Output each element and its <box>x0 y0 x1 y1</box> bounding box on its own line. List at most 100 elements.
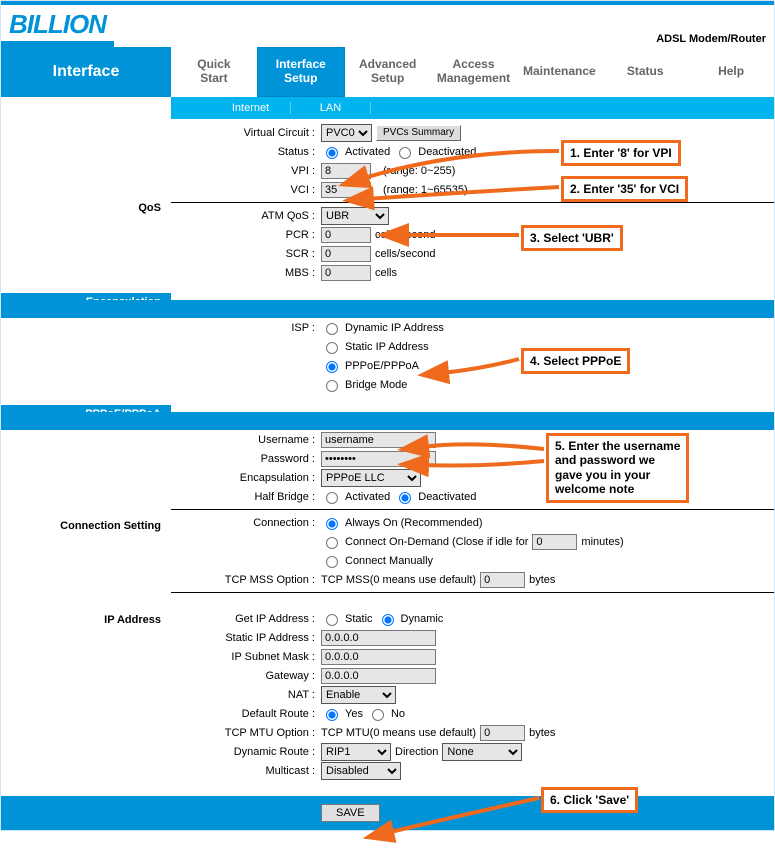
direction-select[interactable]: None <box>442 743 522 761</box>
staticip-input[interactable] <box>321 630 436 646</box>
direction-label: Direction <box>395 746 438 758</box>
getip-label: Get IP Address : <box>171 613 321 625</box>
brand-logo: BILLION <box>1 7 114 47</box>
tab-status[interactable]: Status <box>602 47 688 97</box>
tab-maintenance[interactable]: Maintenance <box>516 47 602 97</box>
callout-1: 1. Enter '8' for VPI <box>561 140 681 166</box>
save-button[interactable]: SAVE <box>321 804 380 822</box>
isp-static-text: Static IP Address <box>345 341 429 353</box>
tcpmtu-input[interactable] <box>480 725 525 741</box>
tab-advanced-setup[interactable]: Advanced Setup <box>345 47 431 97</box>
vpi-label: VPI : <box>171 165 321 177</box>
virtual-circuit-select[interactable]: PVC0 <box>321 124 372 142</box>
conn-ondemand-input[interactable] <box>532 534 577 550</box>
mbs-label: MBS : <box>171 267 321 279</box>
halfbridge-label: Half Bridge : <box>171 491 321 503</box>
conn-ondemand-post: minutes) <box>581 536 623 548</box>
defroute-label: Default Route : <box>171 708 321 720</box>
status-deactivated-text: Deactivated <box>418 146 476 158</box>
username-label: Username : <box>171 434 321 446</box>
nat-label: NAT : <box>171 689 321 701</box>
subnet-input[interactable] <box>321 649 436 665</box>
encapsulation-label: Encapsulation : <box>171 472 321 484</box>
section-connection-label: Connection Setting <box>1 517 171 535</box>
conn-always-radio[interactable] <box>326 518 338 530</box>
password-input[interactable] <box>321 451 436 467</box>
isp-dynamic-radio[interactable] <box>326 323 338 335</box>
connection-label: Connection : <box>171 517 321 529</box>
callout-2: 2. Enter '35' for VCI <box>561 176 688 202</box>
virtual-circuit-label: Virtual Circuit : <box>171 127 321 139</box>
scr-units: cells/second <box>375 248 436 260</box>
vpi-input[interactable] <box>321 163 371 179</box>
atmqos-label: ATM QoS : <box>171 210 321 222</box>
status-activated-radio[interactable] <box>326 147 338 159</box>
callout-4: 4. Select PPPoE <box>521 348 630 374</box>
defroute-yes-text: Yes <box>345 708 363 720</box>
halfbridge-deactivated-radio[interactable] <box>399 492 411 504</box>
tab-quick-start[interactable]: Quick Start <box>171 47 257 97</box>
mbs-input[interactable] <box>321 265 371 281</box>
conn-ondemand-radio[interactable] <box>326 537 338 549</box>
getip-dynamic-text: Dynamic <box>401 613 444 625</box>
tcpmss-units: bytes <box>529 574 555 586</box>
atmqos-select[interactable]: UBR <box>321 207 389 225</box>
status-deactivated-radio[interactable] <box>399 147 411 159</box>
gateway-input[interactable] <box>321 668 436 684</box>
getip-dynamic-radio[interactable] <box>382 614 394 626</box>
vci-range-hint: (range: 1~65535) <box>383 184 468 196</box>
tab-help[interactable]: Help <box>688 47 774 97</box>
conn-ondemand-pre: Connect On-Demand (Close if idle for <box>345 536 528 548</box>
mbs-units: cells <box>375 267 397 279</box>
page-title: Interface <box>1 47 171 97</box>
multicast-select[interactable]: Disabled <box>321 762 401 780</box>
getip-static-radio[interactable] <box>326 614 338 626</box>
halfbridge-activated-text: Activated <box>345 491 390 503</box>
scr-label: SCR : <box>171 248 321 260</box>
tcpmss-pre: TCP MSS(0 means use default) <box>321 574 476 586</box>
conn-manual-text: Connect Manually <box>345 555 433 567</box>
multicast-label: Multicast : <box>171 765 321 777</box>
vci-input[interactable] <box>321 182 371 198</box>
status-activated-text: Activated <box>345 146 390 158</box>
isp-static-radio[interactable] <box>326 342 338 354</box>
subnet-label: IP Subnet Mask : <box>171 651 321 663</box>
callout-6: 6. Click 'Save' <box>541 787 638 813</box>
isp-bridge-text: Bridge Mode <box>345 379 407 391</box>
conn-always-text: Always On (Recommended) <box>345 517 483 529</box>
pvcs-summary-button[interactable]: PVCs Summary <box>376 125 461 141</box>
subtab-internet[interactable]: Internet <box>211 102 291 114</box>
tcpmtu-label: TCP MTU Option : <box>171 727 321 739</box>
encapsulation-select[interactable]: PPPoE LLC <box>321 469 421 487</box>
subtab-lan[interactable]: LAN <box>291 102 371 114</box>
conn-manual-radio[interactable] <box>326 556 338 568</box>
tab-interface-setup[interactable]: Interface Setup <box>257 47 345 97</box>
status-label: Status : <box>171 146 321 158</box>
defroute-no-radio[interactable] <box>372 709 384 721</box>
rip-select[interactable]: RIP1 <box>321 743 391 761</box>
getip-static-text: Static <box>345 613 373 625</box>
isp-bridge-radio[interactable] <box>326 380 338 392</box>
username-input[interactable] <box>321 432 436 448</box>
device-label: ADSL Modem/Router <box>656 7 766 45</box>
tcpmtu-units: bytes <box>529 727 555 739</box>
isp-pppoe-radio[interactable] <box>326 361 338 373</box>
section-qos-label: QoS <box>1 199 171 217</box>
pcr-input[interactable] <box>321 227 371 243</box>
isp-label: ISP : <box>171 322 321 334</box>
defroute-yes-radio[interactable] <box>326 709 338 721</box>
isp-dynamic-text: Dynamic IP Address <box>345 322 444 334</box>
nat-select[interactable]: Enable <box>321 686 396 704</box>
scr-input[interactable] <box>321 246 371 262</box>
tcpmss-label: TCP MSS Option : <box>171 574 321 586</box>
halfbridge-activated-radio[interactable] <box>326 492 338 504</box>
gateway-label: Gateway : <box>171 670 321 682</box>
tcpmss-input[interactable] <box>480 572 525 588</box>
password-label: Password : <box>171 453 321 465</box>
tab-access-management[interactable]: Access Management <box>431 47 517 97</box>
section-ip-label: IP Address <box>1 611 171 629</box>
vpi-range-hint: (range: 0~255) <box>383 165 455 177</box>
callout-3: 3. Select 'UBR' <box>521 225 623 251</box>
dynroute-label: Dynamic Route : <box>171 746 321 758</box>
isp-pppoe-text: PPPoE/PPPoA <box>345 360 419 372</box>
